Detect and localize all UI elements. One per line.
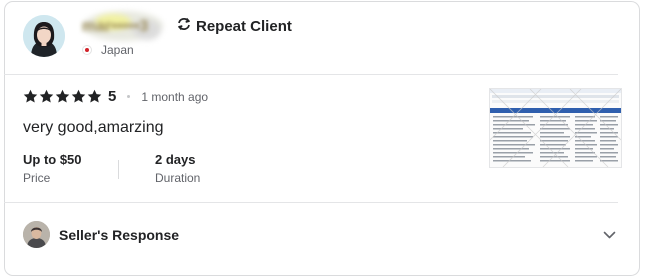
review-time: 1 month ago <box>141 89 209 104</box>
reviewer-avatar[interactable] <box>23 15 65 57</box>
star-icon <box>23 89 38 103</box>
stat-price: Up to $50 Price <box>23 152 82 185</box>
star-icon <box>71 89 86 103</box>
sellers-response-label[interactable]: Seller's Response <box>59 227 179 243</box>
star-rating <box>23 89 102 104</box>
country-label: Japan <box>101 43 134 57</box>
star-icon <box>55 89 70 103</box>
star-icon <box>87 89 102 103</box>
duration-label: Duration <box>155 171 201 185</box>
japan-flag-icon <box>82 45 92 55</box>
chevron-down-icon[interactable] <box>603 227 616 239</box>
duration-value: 2 days <box>155 152 196 167</box>
stat-duration: 2 days Duration <box>155 152 200 185</box>
repeat-client-badge: Repeat Client <box>177 17 292 35</box>
repeat-client-label: Repeat Client <box>196 17 292 35</box>
divider <box>4 74 618 75</box>
divider <box>4 202 618 203</box>
rating-value: 5 <box>108 88 117 105</box>
star-icon <box>39 89 54 103</box>
repeat-icon <box>177 17 191 35</box>
seller-avatar <box>23 221 50 248</box>
stat-divider <box>118 160 119 179</box>
review-text: very good,amarzing <box>23 119 164 136</box>
delivery-thumbnail[interactable] <box>489 88 622 168</box>
reviewer-country: Japan <box>82 43 134 57</box>
price-label: Price <box>23 171 51 185</box>
price-value: Up to $50 <box>23 152 82 167</box>
separator-dot <box>127 95 131 98</box>
rating-row: 5 1 month ago <box>23 88 208 105</box>
reviewer-name[interactable]: mar•••••3 <box>82 18 148 36</box>
